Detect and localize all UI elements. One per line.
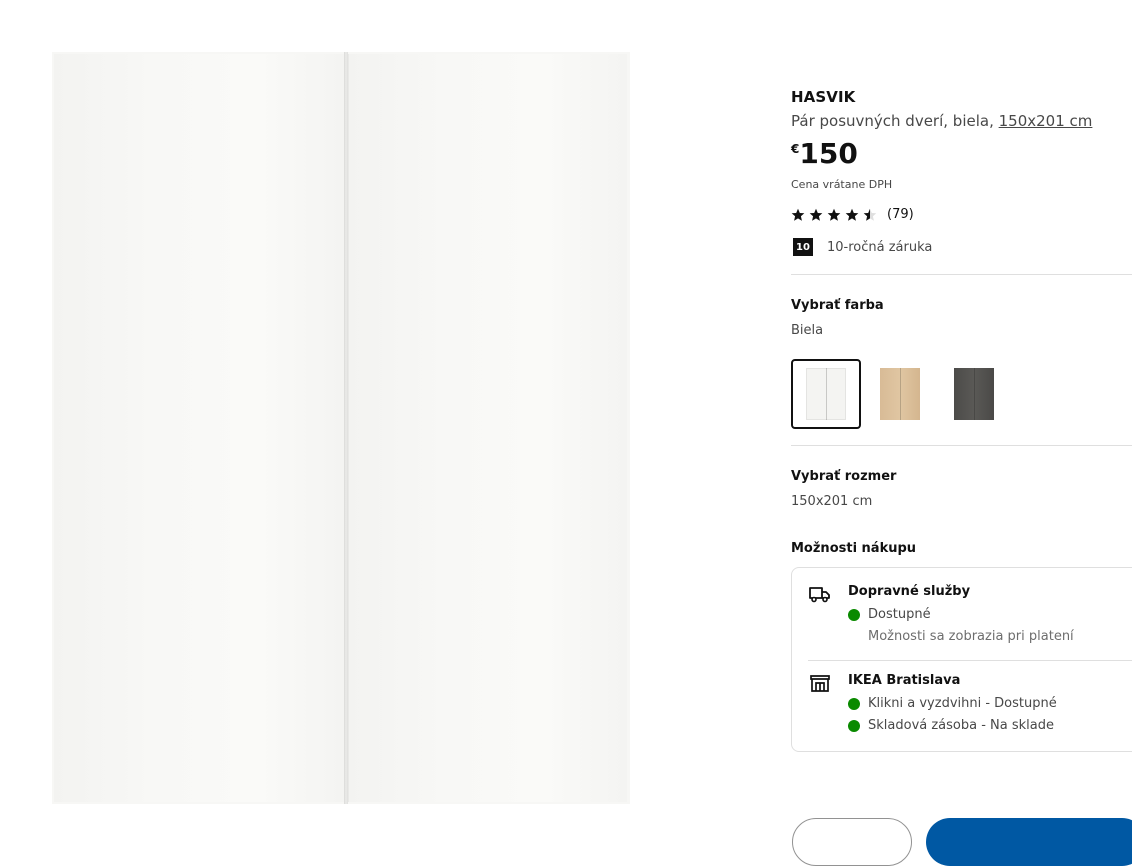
left-door-panel	[54, 54, 345, 802]
size-section-title: Vybrať rozmer	[791, 469, 897, 484]
rating[interactable]: (79)	[791, 207, 1132, 222]
star-icon	[791, 208, 805, 221]
divider	[791, 274, 1132, 275]
secondary-action-button[interactable]	[792, 818, 912, 866]
delivery-status: Dostupné	[848, 604, 1132, 626]
grey-door-thumbnail	[954, 368, 994, 420]
add-to-cart-button[interactable]	[926, 818, 1132, 866]
price-currency: €	[791, 142, 800, 156]
price-value: 150	[799, 137, 858, 170]
delivery-option[interactable]: Dopravné služby Dostupné Možnosti sa zob…	[808, 584, 1132, 648]
stock-status: Skladová zásoba - Na sklade	[848, 715, 1132, 737]
product-name: HASVIK	[791, 88, 856, 106]
product-info-panel: HASVIK Pár posuvných dverí, biela, 150x2…	[791, 88, 1132, 752]
color-section-title: Vybrať farba	[791, 298, 884, 313]
white-door-thumbnail	[806, 368, 846, 420]
divider	[791, 445, 1132, 446]
divider	[808, 660, 1132, 661]
store-option[interactable]: IKEA Bratislava Klikni a vyzdvihni - Dos…	[808, 673, 1132, 737]
warranty-badge-icon: 10	[793, 238, 813, 256]
delivery-note: Možnosti sa zobrazia pri platení	[868, 629, 1074, 644]
purchase-options-card: Dopravné služby Dostupné Možnosti sa zob…	[791, 567, 1132, 752]
status-dot	[848, 698, 860, 710]
color-section: Vybrať farba Biela	[791, 298, 1132, 429]
status-dot	[848, 609, 860, 621]
product-description-text: Pár posuvných dverí, biela,	[791, 112, 999, 130]
size-section[interactable]: Vybrať rozmer 150x201 cm	[791, 469, 1132, 509]
product-price: €150	[791, 140, 1132, 168]
delivery-status-text: Dostupné	[868, 607, 931, 622]
size-link[interactable]: 150x201 cm	[999, 112, 1093, 130]
product-image[interactable]	[52, 52, 630, 804]
oak-door-thumbnail	[880, 368, 920, 420]
vat-note: Cena vrátane DPH	[791, 178, 893, 191]
color-swatches	[791, 359, 1132, 429]
click-collect-text: Klikni a vyzdvihni - Dostupné	[868, 696, 1057, 711]
star-icon	[809, 208, 823, 221]
star-icon	[863, 208, 877, 221]
store-icon	[810, 675, 830, 692]
selected-color: Biela	[791, 323, 824, 338]
warranty-text: 10-ročná záruka	[827, 239, 933, 255]
truck-icon	[809, 587, 830, 603]
purchase-options: Možnosti nákupu Dopravné služby Dostupné…	[791, 541, 1132, 752]
color-swatch-dark-grey[interactable]	[939, 359, 1009, 429]
review-count[interactable]: (79)	[887, 207, 914, 222]
status-dot	[848, 720, 860, 732]
color-swatch-oak[interactable]	[865, 359, 935, 429]
right-door-panel	[348, 54, 627, 802]
click-collect-status: Klikni a vyzdvihni - Dostupné	[848, 693, 1132, 715]
product-description: Pár posuvných dverí, biela, 150x201 cm	[791, 112, 1132, 130]
rating-stars	[791, 208, 877, 222]
purchase-options-title: Možnosti nákupu	[791, 541, 917, 556]
color-swatch-white[interactable]	[791, 359, 861, 429]
star-icon	[845, 208, 859, 221]
delivery-title: Dopravné služby	[848, 584, 971, 599]
stock-text: Skladová zásoba - Na sklade	[868, 718, 1054, 733]
store-title: IKEA Bratislava	[848, 673, 961, 688]
star-icon	[827, 208, 841, 221]
warranty: 10 10-ročná záruka	[791, 238, 1132, 256]
selected-size: 150x201 cm	[791, 494, 873, 509]
